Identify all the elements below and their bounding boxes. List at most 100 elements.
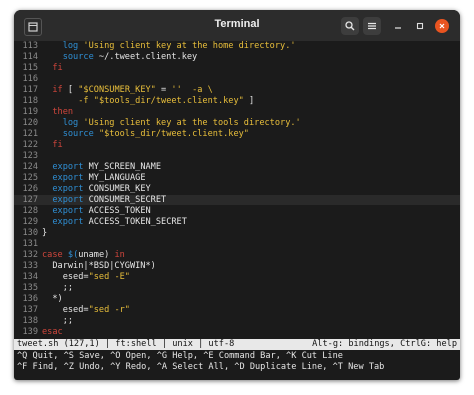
code-line[interactable]: 114 source ~/.tweet.client.key — [14, 52, 460, 62]
line-code: case $(uname) in — [42, 250, 125, 260]
shortcut-help-line-2: ^F Find, ^Z Undo, ^Y Redo, ^A Select All… — [17, 362, 385, 372]
code-line[interactable]: 129 export ACCESS_TOKEN_SECRET — [14, 217, 460, 227]
maximize-icon — [416, 22, 424, 30]
code-line[interactable]: 134 esed="sed -E" — [14, 272, 460, 282]
line-number: 124 — [22, 162, 38, 172]
line-number: 131 — [22, 239, 38, 249]
line-code: esed="sed -E" — [42, 272, 130, 282]
close-button[interactable] — [435, 19, 449, 33]
line-number: 116 — [22, 74, 38, 84]
line-code: log 'Using client key at the home direct… — [62, 41, 296, 51]
line-number: 134 — [22, 272, 38, 282]
maximize-button[interactable] — [413, 19, 427, 33]
editor-text-area[interactable]: 113 log 'Using client key at the home di… — [14, 41, 460, 339]
line-number: 123 — [22, 151, 38, 161]
code-line[interactable]: 123 — [14, 151, 460, 161]
code-line[interactable]: 137 esed="sed -r" — [14, 305, 460, 315]
title-bar: Terminal — [14, 10, 460, 42]
status-file-info: tweet.sh (127,1) | ft:shell | unix | utf… — [17, 339, 235, 349]
line-number: 114 — [22, 52, 38, 62]
shortcut-help-line-1: ^Q Quit, ^S Save, ^O Open, ^G Help, ^E C… — [17, 351, 343, 361]
line-code: *) — [42, 294, 63, 304]
code-line[interactable]: 133 Darwin|*BSD|CYGWIN*) — [14, 261, 460, 271]
code-line[interactable]: 135 ;; — [14, 283, 460, 293]
status-bar: tweet.sh (127,1) | ft:shell | unix | utf… — [14, 339, 460, 350]
line-number: 127 — [22, 195, 38, 205]
line-code: ;; — [42, 316, 74, 326]
line-number: 121 — [22, 129, 38, 139]
code-line[interactable]: 132 case $(uname) in — [14, 250, 460, 260]
line-number: 118 — [22, 96, 38, 106]
line-number: 120 — [22, 118, 38, 128]
line-number: 129 — [22, 217, 38, 227]
line-number: 119 — [22, 107, 38, 117]
code-line[interactable]: 131 — [14, 239, 460, 249]
search-button[interactable] — [341, 17, 359, 35]
code-line[interactable]: 139 esac — [14, 327, 460, 337]
search-icon — [345, 21, 355, 31]
line-number: 137 — [22, 305, 38, 315]
code-line[interactable]: 120 log 'Using client key at the tools d… — [14, 118, 460, 128]
line-number: 115 — [22, 63, 38, 73]
code-line[interactable]: 128 export ACCESS_TOKEN — [14, 206, 460, 216]
line-code: export MY_SCREEN_NAME — [52, 162, 162, 172]
line-code: } — [42, 228, 48, 238]
line-code: -f "$tools_dir/tweet.client.key" ] — [78, 96, 255, 106]
status-key-hints: Alt-g: bindings, CtrlG: help — [312, 339, 457, 349]
line-number: 136 — [22, 294, 38, 304]
terminal-window: Terminal 113 log 'Using client key at th… — [14, 10, 460, 380]
code-line[interactable]: 117 if [ "$CONSUMER_KEY" = '' -a \ — [14, 85, 460, 95]
new-tab-button[interactable] — [24, 18, 42, 36]
line-number: 125 — [22, 173, 38, 183]
code-line[interactable]: 118 -f "$tools_dir/tweet.client.key" ] — [14, 96, 460, 106]
new-tab-icon — [28, 22, 38, 32]
line-number: 135 — [22, 283, 38, 293]
line-code: esed="sed -r" — [42, 305, 130, 315]
line-code: export MY_LANGUAGE — [52, 173, 146, 183]
code-line[interactable]: 113 log 'Using client key at the home di… — [14, 41, 460, 51]
line-number: 132 — [22, 250, 38, 260]
line-code: then — [52, 107, 74, 117]
line-number: 139 — [22, 327, 38, 337]
menu-button[interactable] — [363, 17, 381, 35]
line-number: 130 — [22, 228, 38, 238]
line-number: 133 — [22, 261, 38, 271]
minimize-button[interactable] — [391, 19, 405, 33]
code-line[interactable]: 121 source "$tools_dir/tweet.client.key" — [14, 129, 460, 139]
code-line[interactable]: 125 export MY_LANGUAGE — [14, 173, 460, 183]
code-line[interactable]: 136 *) — [14, 294, 460, 304]
close-icon — [439, 23, 445, 29]
line-code: export CONSUMER_SECRET — [52, 195, 167, 205]
line-number: 128 — [22, 206, 38, 216]
code-line[interactable]: 124 export MY_SCREEN_NAME — [14, 162, 460, 172]
line-code: fi — [52, 140, 63, 150]
line-code: fi — [52, 63, 63, 73]
line-number: 122 — [22, 140, 38, 150]
code-line[interactable]: 116 — [14, 74, 460, 84]
line-code: ;; — [42, 283, 74, 293]
minimize-icon — [395, 27, 401, 29]
line-code: export CONSUMER_KEY — [52, 184, 151, 194]
line-code: export ACCESS_TOKEN_SECRET — [52, 217, 187, 227]
code-line[interactable]: 130} — [14, 228, 460, 238]
line-code: if [ "$CONSUMER_KEY" = '' -a \ — [52, 85, 213, 95]
code-line[interactable]: 115 fi — [14, 63, 460, 73]
line-number: 117 — [22, 85, 38, 95]
line-number: 126 — [22, 184, 38, 194]
code-line[interactable]: 138 ;; — [14, 316, 460, 326]
line-code: export ACCESS_TOKEN — [52, 206, 151, 216]
line-code: source "$tools_dir/tweet.client.key" — [62, 129, 249, 139]
line-code: esac — [42, 327, 63, 337]
code-line[interactable]: 122 fi — [14, 140, 460, 150]
code-line[interactable]: 119 then — [14, 107, 460, 117]
line-code: log 'Using client key at the tools direc… — [62, 118, 301, 128]
line-code: source ~/.tweet.client.key — [62, 52, 198, 62]
hamburger-menu-icon — [368, 22, 376, 30]
code-line[interactable]: 126 export CONSUMER_KEY — [14, 184, 460, 194]
line-code: Darwin|*BSD|CYGWIN*) — [42, 261, 156, 271]
code-line[interactable]: 127 export CONSUMER_SECRET — [14, 195, 460, 205]
line-number: 138 — [22, 316, 38, 326]
